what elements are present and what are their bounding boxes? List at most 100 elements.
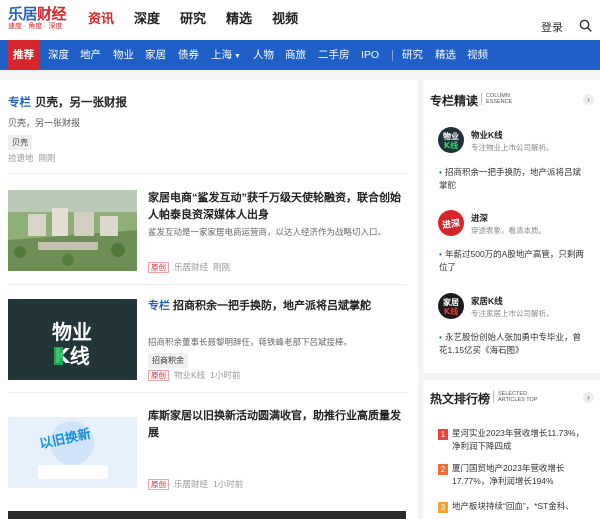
special-title-text: 贝壳，另一张财报 (35, 97, 127, 109)
hot-article[interactable]: 地产板块持续“回血”，*ST金科、 (452, 500, 592, 513)
source-name[interactable]: 物业K线 (174, 370, 205, 380)
publish-time: 1小时前 (210, 370, 241, 380)
svg-text:家居: 家居 (443, 297, 459, 307)
main-nav: 资讯 深度 研究 精选 视频 (88, 10, 298, 28)
cat-home[interactable]: 家居 (145, 40, 166, 70)
category-bar: 推荐 深度 地产 物业 家居 债券 上海 ▼ 人物 商旅 二手房 IPO 研究 精… (0, 40, 600, 70)
rank-badge: 2 (438, 464, 448, 475)
nav-research[interactable]: 研究 (180, 10, 206, 28)
avatar[interactable]: 进深 (438, 210, 464, 236)
cat-selected[interactable]: 精选 (435, 40, 456, 70)
column-desc: 穿透表象，看清本质。 (471, 226, 546, 235)
topic-chip[interactable]: 招商积余 (148, 353, 188, 368)
column-article[interactable]: • 年薪过500万的A股地产高管，只剩两位了 (439, 248, 589, 274)
cat-bonds[interactable]: 债券 (178, 40, 199, 70)
column-article[interactable]: • 永艺股份创始人张加勇中专毕业，曾花1.15亿买《海石图》 (439, 331, 589, 357)
cat-people[interactable]: 人物 (253, 40, 274, 70)
column-name[interactable]: 进深 (471, 212, 488, 224)
rank-badge: 1 (438, 429, 448, 440)
panel-subtitle: SELECTED ARTICLES TOP (493, 391, 537, 403)
special-desc: 贝壳，另一张财报 (8, 118, 81, 128)
more-arrow-icon[interactable]: › (583, 94, 594, 105)
cat-divider (392, 50, 393, 61)
chevron-down-icon: ▼ (234, 53, 241, 60)
column-tag: 专栏 (148, 300, 170, 312)
article-meta: 原创 物业K线 1小时前 (148, 369, 240, 381)
cat-realestate[interactable]: 地产 (80, 40, 101, 70)
news-feed: 专栏 贝壳，另一张财报 贝壳，另一张财报 贝壳 拾遗地 刚刚 家居电商“鲨发互动”获… (0, 80, 418, 519)
special-meta: 拾遗地 刚刚 (8, 152, 56, 164)
nav-video[interactable]: 视频 (272, 10, 298, 28)
publish-time: 刚刚 (38, 153, 56, 163)
login-link[interactable]: 登录 (541, 19, 563, 35)
cat-recommend[interactable]: 推荐 (8, 40, 39, 70)
divider (8, 392, 406, 393)
original-badge: 原创 (148, 370, 169, 381)
topic-chip[interactable]: 贝壳 (8, 135, 32, 150)
article-thumb[interactable]: 物业 K线 (8, 299, 137, 380)
aerial-building-image (8, 190, 137, 271)
cat-second-hand[interactable]: 二手房 (318, 40, 350, 70)
article-title[interactable]: 家居电商“鲨发互动”获千万级天使轮融资，联合创始人帕泰良资深媒体人出身 (148, 190, 410, 224)
cat-business-travel[interactable]: 商旅 (285, 40, 306, 70)
wuye-kline-image: 物业 K线 (8, 299, 137, 380)
panel-title: 专栏精读 (430, 94, 479, 108)
thumb-text-a: 物业 (52, 320, 92, 344)
article-meta: 原创 乐居财经 1小时前 (148, 478, 243, 490)
divider (8, 173, 406, 174)
rank-badge: 3 (438, 502, 448, 513)
top-header: 乐居财经 速度 · 角度 · 深度 资讯 深度 研究 精选 视频 登录 (0, 0, 600, 40)
column-desc: 专注家居上市公司解析。 (471, 309, 554, 318)
avatar[interactable]: 物业 K线 (438, 127, 464, 153)
publish-time: 刚刚 (213, 262, 231, 272)
column-name[interactable]: 物业K线 (471, 129, 503, 141)
column-name[interactable]: 家居K线 (471, 295, 503, 307)
next-article-thumb[interactable] (8, 511, 406, 519)
article-thumb[interactable] (8, 190, 137, 271)
nav-depth[interactable]: 深度 (134, 10, 160, 28)
svg-text:K线: K线 (444, 306, 458, 316)
logo-text-a: 乐居 (8, 5, 38, 23)
panel-subtitle: COLUMN ESSENCE (481, 93, 512, 105)
divider (8, 284, 406, 285)
cat-depth[interactable]: 深度 (48, 40, 69, 70)
cat-video[interactable]: 视频 (467, 40, 488, 70)
panel-title: 热文排行榜 (430, 392, 491, 406)
svg-text:进深: 进深 (441, 217, 461, 231)
trade-in-poster-image: 以旧换新 (8, 407, 137, 488)
article-meta: 原创 乐居财经 刚刚 (148, 261, 230, 273)
site-logo[interactable]: 乐居财经 速度 · 角度 · 深度 (8, 6, 68, 34)
column-desc: 专注物业上市公司解析。 (471, 143, 554, 152)
cat-shanghai-label: 上海 (211, 49, 232, 61)
svg-text:物业: 物业 (443, 131, 459, 141)
source-name[interactable]: 拾遗地 (8, 153, 34, 163)
search-icon[interactable] (579, 19, 592, 32)
article-title[interactable]: 库斯家居以旧换新活动圆满收官，助推行业高质量发展 (148, 408, 410, 442)
original-badge: 原创 (148, 262, 169, 273)
cat-property[interactable]: 物业 (113, 40, 134, 70)
more-arrow-icon[interactable]: › (583, 392, 594, 403)
hot-article[interactable]: 星河实业2023年营收增长11.73%，净利润下降四成 (452, 427, 592, 453)
publish-time: 1小时前 (213, 479, 244, 489)
cat-ipo[interactable]: IPO (361, 40, 379, 70)
hot-article[interactable]: 厦门国贸地产2023年营收增长17.77%，净利润增长194% (452, 462, 592, 488)
source-name[interactable]: 乐居财经 (174, 262, 208, 272)
nav-selected[interactable]: 精选 (226, 10, 252, 28)
column-essence-panel: 专栏精读 COLUMN ESSENCE › 物业 K线 物业K线 专注物业上市公司… (423, 80, 600, 373)
column-tag: 专栏 (8, 97, 31, 109)
column-article[interactable]: • 招商积余一把手换防，地产派将吕斌掌舵 (439, 166, 589, 192)
original-badge: 原创 (148, 479, 169, 490)
article-title[interactable]: 专栏 招商积余一把手换防，地产派将吕斌掌舵 (148, 298, 410, 315)
special-headline[interactable]: 专栏 贝壳，另一张财报 (8, 94, 127, 110)
svg-text:K线: K线 (444, 140, 458, 150)
cat-research[interactable]: 研究 (402, 40, 423, 70)
avatar[interactable]: 家居 K线 (438, 293, 464, 319)
nav-news[interactable]: 资讯 (88, 10, 114, 28)
article-desc: 鲨发互动是一家家居电商运营商，以达人经济作为战略切入口。 (148, 227, 387, 237)
article-thumb[interactable]: 以旧换新 (8, 407, 137, 488)
cat-shanghai[interactable]: 上海 ▼ (211, 40, 241, 70)
article-title-text: 招商积余一把手换防，地产派将吕斌掌舵 (173, 300, 371, 312)
source-name[interactable]: 乐居财经 (174, 479, 208, 489)
logo-tagline: 速度 · 角度 · 深度 (8, 23, 63, 30)
article-desc: 招商积余董事长聂黎明辞任，蒋铁峰老部下吕斌接棒。 (148, 337, 353, 347)
